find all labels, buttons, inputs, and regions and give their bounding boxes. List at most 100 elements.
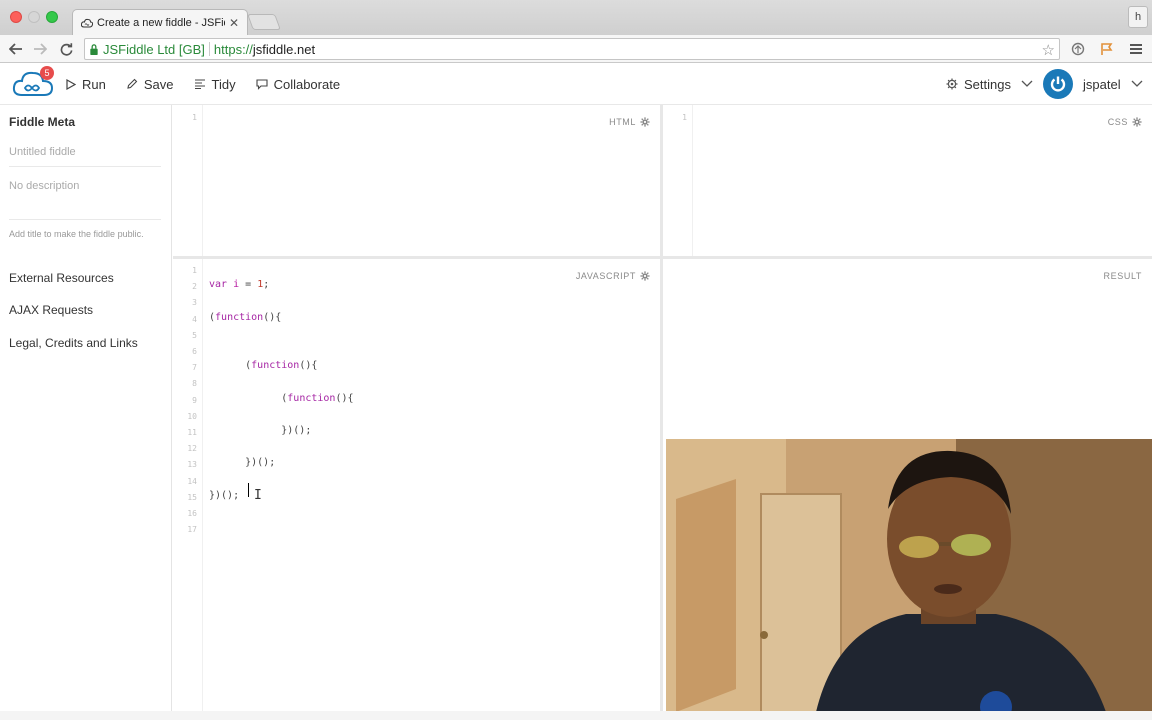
html-label: HTML [609,117,636,127]
address-divider [208,42,210,56]
sidebar-item-ajax-requests[interactable]: AJAX Requests [9,303,93,317]
username: jspatel [1083,76,1121,92]
notification-badge[interactable]: 5 [40,66,54,80]
page-bottom-edge [0,711,1152,720]
line-number: 10 [187,411,197,421]
line-number: 4 [192,314,197,324]
browser-tab-bar: Create a new fiddle - JSFiddle ✕ h [0,0,1152,35]
code-line[interactable]: (function(){ [209,360,317,371]
chat-bubble-icon [256,78,268,90]
css-panel-label: CSS [1108,117,1142,127]
run-button[interactable]: Run [66,77,106,92]
extension-sync-icon[interactable] [1070,41,1086,57]
bookmark-star-icon[interactable]: ☆ [1042,41,1055,59]
chevron-down-icon [1131,80,1143,87]
jsfiddle-header: 5 Run Save Tidy Collaborate Settings jsp… [0,63,1152,105]
fiddle-actions: Run Save Tidy Collaborate [66,63,340,105]
public-hint: Add title to make the fiddle public. [9,229,144,239]
line-number: 1 [192,266,197,275]
url-host: jsfiddle.net [252,41,316,57]
ev-certificate[interactable]: JSFiddle Ltd [GB] [89,42,205,57]
sidebar-item-external-resources[interactable]: External Resources [9,271,114,285]
line-number: 15 [187,492,197,502]
save-button[interactable]: Save [126,77,174,92]
maximize-window-button[interactable] [46,11,58,23]
user-menu[interactable]: jspatel [1043,63,1143,105]
line-number: 6 [192,347,197,356]
javascript-panel[interactable]: 1 2 3 4 5 6 7 8 9 10 11 12 13 14 15 16 17 var i = 1; (fun… [173,259,660,711]
result-panel-label: RESULT [1104,271,1142,281]
css-gutter: 1 [663,105,693,256]
line-number: 1 [192,113,197,122]
close-window-button[interactable] [10,11,22,23]
sidebar-title: Fiddle Meta [9,115,76,129]
align-left-icon [194,79,205,89]
play-icon [66,78,76,90]
fiddle-description-input[interactable]: No description [9,180,161,220]
new-tab-button[interactable] [247,14,281,30]
profile-button[interactable]: h [1128,6,1148,28]
code-line[interactable]: })(); [209,490,239,501]
browser-tab[interactable]: Create a new fiddle - JSFiddle ✕ [72,9,248,35]
js-gutter: 1 2 3 4 5 6 7 8 9 10 11 12 13 14 15 16 17 [173,259,203,711]
text-caret [248,483,249,497]
tidy-button[interactable]: Tidy [194,77,236,92]
line-number: 12 [187,444,197,454]
user-avatar-power-icon [1043,69,1073,99]
line-number: 3 [192,298,197,308]
fiddle-meta-sidebar: Fiddle Meta Untitled fiddle No descripti… [0,105,172,711]
sidebar-item-legal-credits[interactable]: Legal, Credits and Links [9,336,138,350]
code-line[interactable]: (function(){ [209,312,281,323]
tidy-label: Tidy [211,76,236,92]
lock-icon [90,43,98,55]
forward-arrow-icon[interactable] [31,40,49,58]
fiddle-title-input[interactable]: Untitled fiddle [9,146,161,167]
settings-button[interactable]: Settings [946,63,1033,105]
chevron-down-icon [1021,80,1033,87]
js-panel-label: JAVASCRIPT [576,271,650,281]
line-number: 13 [187,460,197,470]
reload-icon[interactable] [57,40,75,58]
gear-icon [946,78,958,90]
ibeam-cursor-icon: I [254,488,262,503]
minimize-window-button[interactable] [28,11,40,23]
line-number: 5 [192,330,197,340]
collaborate-button[interactable]: Collaborate [256,76,341,92]
css-panel[interactable]: 1 CSS [663,105,1152,256]
pencil-icon [127,78,138,89]
back-arrow-icon[interactable] [7,40,25,58]
browser-menu-icon[interactable] [1128,41,1144,57]
tab-title: Create a new fiddle - JSFiddle [97,16,225,29]
save-label: Save [143,76,174,92]
html-panel-label: HTML [609,117,650,127]
html-panel[interactable]: 1 HTML [173,105,660,256]
line-number: 9 [192,395,197,405]
address-bar[interactable]: JSFiddle Ltd [GB] https:// jsfiddle.net … [84,38,1060,60]
close-tab-icon[interactable]: ✕ [229,16,239,30]
line-number: 1 [682,113,687,122]
url-scheme: https:// [213,41,253,57]
line-number: 11 [187,428,197,437]
presenter-video-frame [666,439,1152,712]
line-number: 17 [187,525,197,535]
code-line[interactable]: var i = 1; [209,279,269,290]
jsfiddle-favicon-icon [81,17,93,29]
gear-icon[interactable] [640,271,650,281]
gear-icon[interactable] [640,117,650,127]
line-number: 8 [192,379,197,389]
run-label: Run [82,76,106,92]
line-number: 16 [187,509,197,518]
line-number: 14 [187,476,197,486]
code-line[interactable]: (function(){ [209,393,353,404]
collaborate-label: Collaborate [273,76,341,92]
code-line[interactable]: })(); [209,425,311,436]
extension-flag-icon[interactable] [1099,41,1115,57]
code-line[interactable]: })(); [209,457,275,468]
result-label: RESULT [1103,271,1142,281]
gear-icon[interactable] [1132,117,1142,127]
ev-org-name: JSFiddle Ltd [GB] [103,41,205,57]
settings-label: Settings [964,76,1011,92]
html-gutter: 1 [173,105,203,256]
css-label: CSS [1107,117,1128,127]
line-number: 7 [192,363,197,373]
